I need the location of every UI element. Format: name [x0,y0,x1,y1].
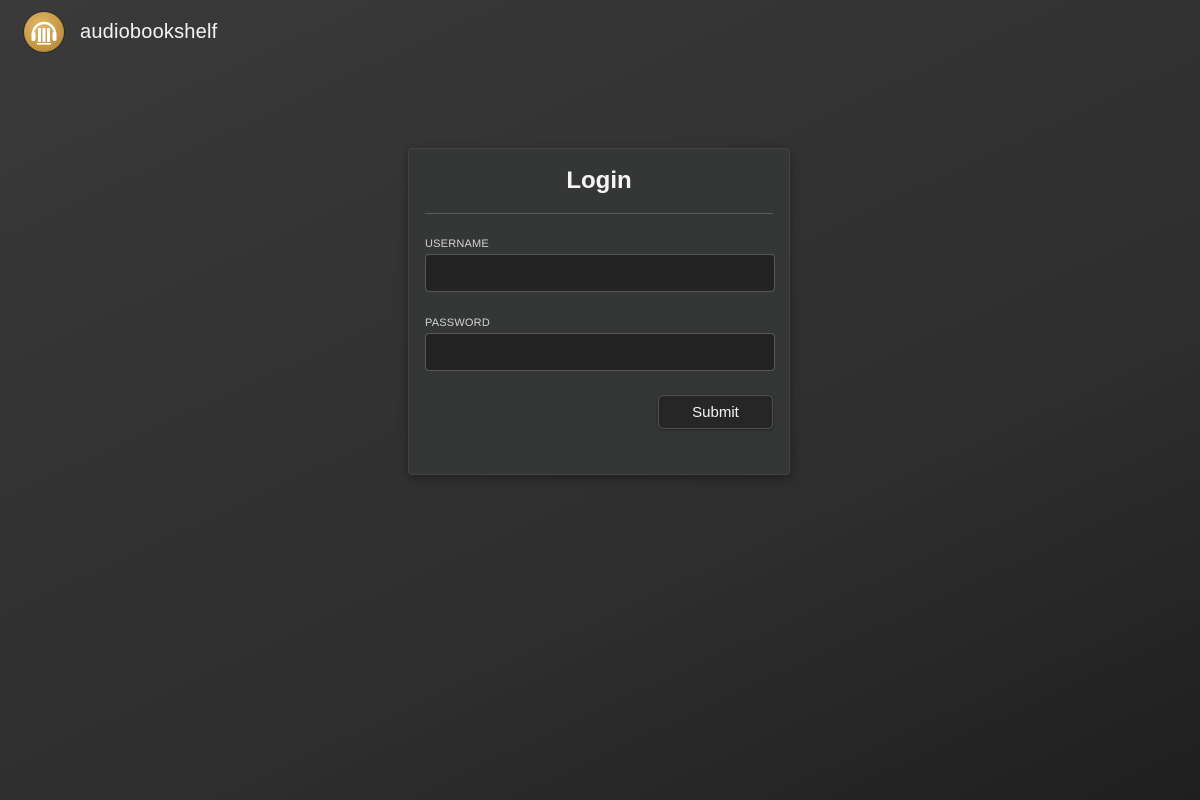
app-name: audiobookshelf [80,20,218,43]
login-card: Login USERNAME PASSWORD Submit [408,148,790,475]
title-divider [425,213,773,214]
form-actions: Submit [425,395,773,429]
app-header: audiobookshelf [24,12,217,52]
username-input[interactable] [425,254,775,292]
submit-button[interactable]: Submit [658,395,773,429]
username-label: USERNAME [425,238,489,250]
password-label: PASSWORD [425,317,490,329]
audiobookshelf-logo-icon [24,12,64,52]
password-input[interactable] [425,333,775,371]
login-title: Login [566,167,632,194]
